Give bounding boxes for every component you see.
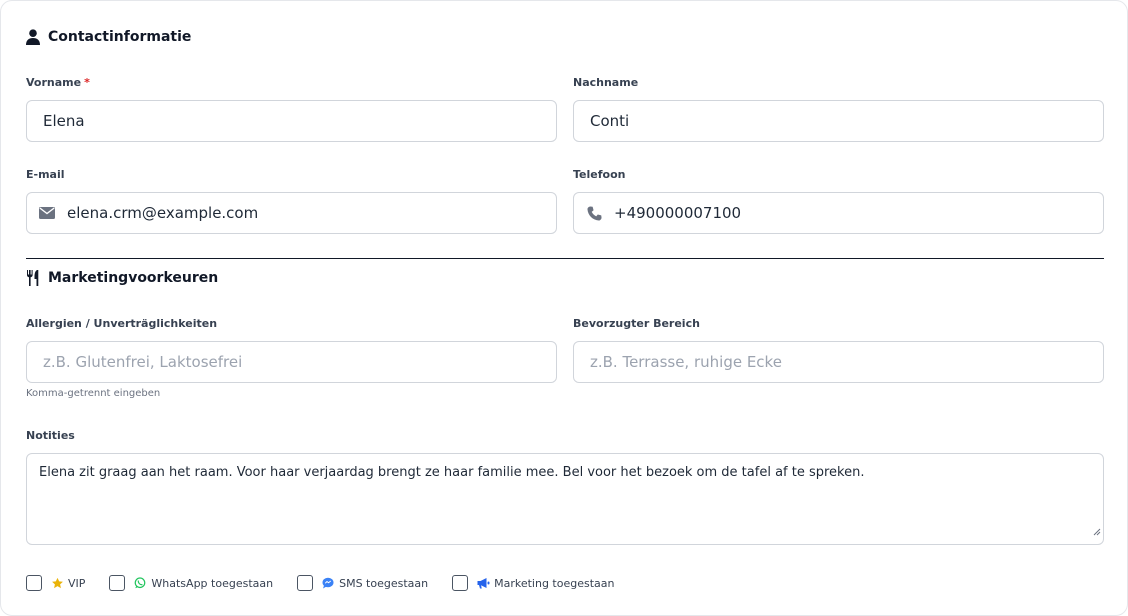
phone-input[interactable]	[614, 204, 1087, 222]
vip-checkbox-option[interactable]: VIP	[26, 575, 85, 591]
preferred-area-label: Bevorzugter Bereich	[573, 317, 700, 330]
sms-checkbox[interactable]	[297, 575, 314, 591]
required-asterisk: *	[84, 76, 90, 89]
sms-checkbox-option[interactable]: SMS toegestaan	[297, 575, 428, 591]
contact-section-title: Contactinformatie	[26, 29, 191, 45]
marketing-checkbox-option[interactable]: Marketing toegestaan	[452, 575, 615, 591]
allergies-field[interactable]	[26, 341, 557, 383]
notes-textarea[interactable]: Elena zit graag aan het raam. Voor haar …	[26, 453, 1104, 545]
preferred-area-field[interactable]	[573, 341, 1104, 383]
allergies-label: Allergien / Unverträglichkeiten	[26, 317, 218, 330]
first-name-label: Vorname *	[26, 76, 90, 89]
star-icon	[50, 576, 64, 590]
vip-checkbox-label: VIP	[68, 576, 86, 590]
marketing-checkbox-label: Marketing toegestaan	[494, 576, 615, 590]
user-icon	[26, 29, 40, 45]
allergies-help-text: Komma-getrennt eingeben	[26, 388, 161, 399]
whatsapp-checkbox-label: WhatsApp toegestaan	[151, 576, 274, 590]
last-name-input[interactable]	[590, 112, 1087, 130]
utensils-icon	[26, 270, 40, 286]
last-name-field[interactable]	[573, 100, 1104, 142]
last-name-label: Nachname	[573, 76, 639, 89]
sms-chat-icon	[321, 576, 335, 590]
megaphone-icon	[476, 576, 490, 590]
notes-text: Elena zit graag aan het raam. Voor haar …	[39, 465, 865, 480]
first-name-field[interactable]	[26, 100, 557, 142]
marketing-section-title: Marketingvoorkeuren	[26, 270, 218, 286]
consent-checkbox-row: VIP WhatsApp toegestaan SMS toegestaan M…	[26, 575, 639, 591]
whatsapp-icon	[133, 576, 147, 590]
phone-label: Telefoon	[573, 168, 626, 181]
preferred-area-input[interactable]	[590, 353, 1087, 371]
section-divider	[26, 258, 1104, 259]
marketing-checkbox[interactable]	[452, 575, 469, 591]
email-label: E-mail	[26, 168, 65, 181]
sms-checkbox-label: SMS toegestaan	[339, 576, 429, 590]
email-field[interactable]	[26, 192, 557, 234]
allergies-input[interactable]	[43, 353, 540, 371]
whatsapp-checkbox-option[interactable]: WhatsApp toegestaan	[109, 575, 273, 591]
contact-section-title-text: Contactinformatie	[48, 29, 192, 45]
whatsapp-checkbox[interactable]	[109, 575, 126, 591]
marketing-section-title-text: Marketingvoorkeuren	[48, 270, 219, 286]
customer-form-card: Contactinformatie Vorname* Nachname E-ma…	[0, 0, 1128, 616]
resize-handle-icon[interactable]	[1093, 524, 1101, 542]
notes-label: Notities	[26, 429, 75, 442]
phone-field[interactable]	[573, 192, 1104, 234]
first-name-label-text: Vorname	[26, 76, 82, 89]
email-input[interactable]	[67, 204, 540, 222]
first-name-input[interactable]	[43, 112, 540, 130]
envelope-icon	[39, 205, 55, 221]
vip-checkbox[interactable]	[26, 575, 42, 591]
phone-icon	[586, 205, 602, 221]
